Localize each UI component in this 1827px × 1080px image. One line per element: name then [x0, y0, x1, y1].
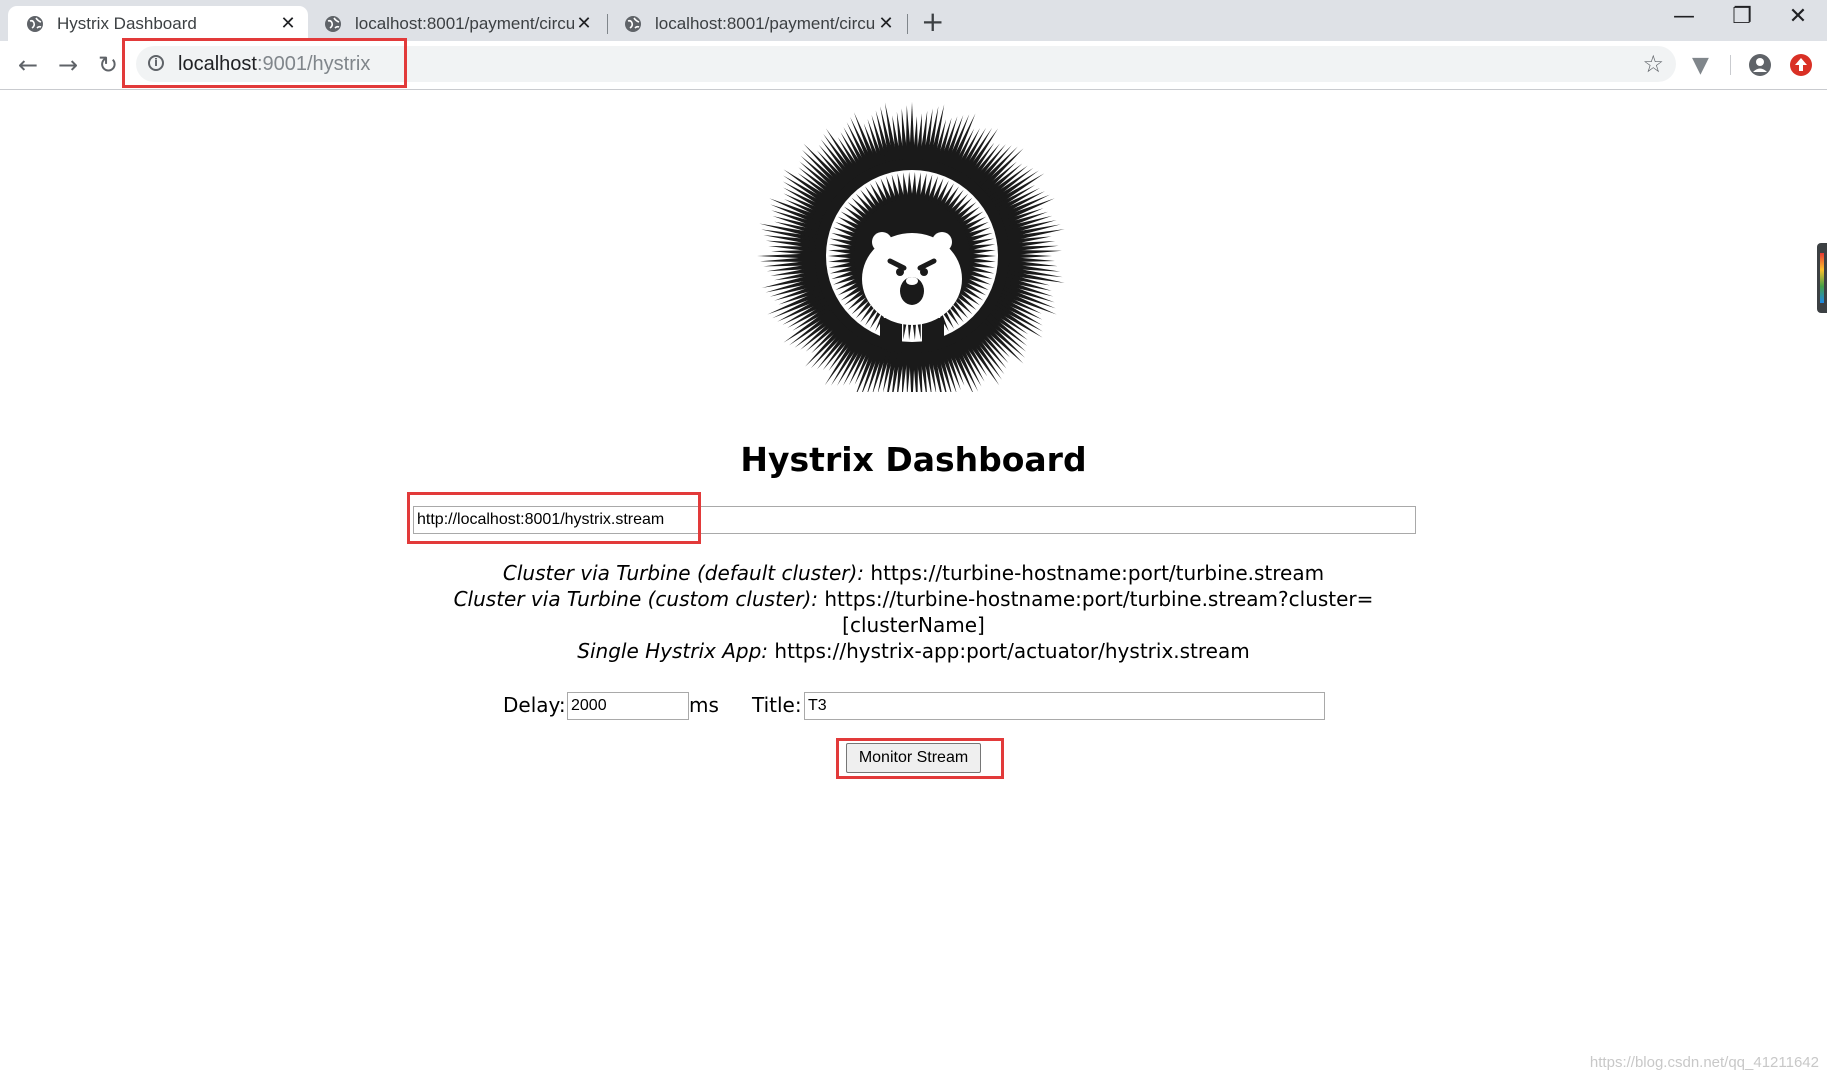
forward-arrow-icon[interactable]: → [52, 49, 84, 81]
globe-icon [325, 15, 341, 32]
browser-toolbar: ← → ↻ i localhost:9001/hystrix ☆ ▼ [0, 41, 1827, 90]
page-title: Hystrix Dashboard [740, 440, 1087, 479]
delay-input[interactable] [567, 692, 689, 720]
bookmark-star-icon[interactable]: ☆ [1642, 50, 1664, 78]
hint-default-cluster: Cluster via Turbine (default cluster): h… [0, 560, 1827, 586]
globe-icon [27, 15, 43, 32]
close-tab-icon[interactable]: ✕ [876, 13, 896, 34]
hint-label: Cluster via Turbine (custom cluster): [453, 587, 818, 611]
tab-strip: Hystrix Dashboard ✕ localhost:8001/payme… [0, 0, 1827, 41]
hystrix-hedgehog-logo [757, 102, 1065, 392]
hint-value: https://turbine-hostname:port/turbine.st… [824, 587, 1374, 611]
reload-icon[interactable]: ↻ [92, 49, 124, 81]
title-label: Title: [752, 693, 802, 717]
hint-label: Cluster via Turbine (default cluster): [502, 561, 865, 585]
hint-value: https://turbine-hostname:port/turbine.st… [870, 561, 1325, 585]
back-arrow-icon[interactable]: ← [12, 49, 44, 81]
hint-custom-cluster: Cluster via Turbine (custom cluster): ht… [0, 586, 1827, 612]
hint-value: [clusterName] [842, 613, 985, 637]
hint-value: https://hystrix-app:port/actuator/hystri… [774, 639, 1250, 663]
tab-payment-circuit-1[interactable]: localhost:8001/payment/circui ✕ [308, 6, 604, 41]
toolbar-divider [1730, 55, 1731, 75]
delay-unit: ms [689, 693, 719, 717]
close-icon[interactable]: ✕ [1778, 4, 1818, 29]
close-tab-icon[interactable]: ✕ [278, 13, 298, 34]
new-tab-button[interactable]: + [921, 8, 944, 36]
hint-single-app: Single Hystrix App: https://hystrix-app:… [0, 638, 1827, 664]
profile-avatar-icon[interactable] [1748, 53, 1772, 77]
url-text[interactable]: localhost:9001/hystrix [178, 53, 370, 76]
tab-hystrix-dashboard[interactable]: Hystrix Dashboard ✕ [8, 6, 308, 41]
extension-shield-icon[interactable]: ▼ [1692, 53, 1709, 78]
tab-label: localhost:8001/payment/circui [655, 13, 876, 33]
url-path: :9001/hystrix [256, 53, 371, 75]
hint-label: Single Hystrix App: [577, 639, 769, 663]
globe-icon [625, 15, 641, 32]
update-icon[interactable] [1789, 53, 1813, 77]
tab-label: Hystrix Dashboard [57, 13, 197, 33]
info-icon[interactable]: i [148, 55, 164, 71]
watermark: https://blog.csdn.net/qq_41211642 [1589, 1054, 1819, 1071]
delay-label: Delay: [503, 693, 566, 717]
url-host: localhost [178, 53, 257, 75]
title-input[interactable] [804, 692, 1325, 720]
hint-cluster-name: [clusterName] [0, 612, 1827, 638]
side-extension-handle[interactable] [1817, 243, 1827, 313]
close-tab-icon[interactable]: ✕ [574, 13, 594, 34]
address-bar[interactable]: i localhost:9001/hystrix ☆ [136, 46, 1676, 82]
tab-payment-circuit-2[interactable]: localhost:8001/payment/circui ✕ [608, 6, 906, 41]
restore-icon[interactable]: ❐ [1722, 4, 1762, 29]
tab-label: localhost:8001/payment/circui [355, 13, 574, 33]
tab-separator [907, 14, 908, 34]
minimize-icon[interactable]: — [1664, 4, 1704, 29]
monitor-stream-button[interactable]: Monitor Stream [846, 743, 981, 773]
stream-options: Delay: ms Title: [0, 690, 1827, 722]
stream-url-input[interactable] [413, 506, 1416, 534]
stream-hints: Cluster via Turbine (default cluster): h… [0, 560, 1827, 664]
